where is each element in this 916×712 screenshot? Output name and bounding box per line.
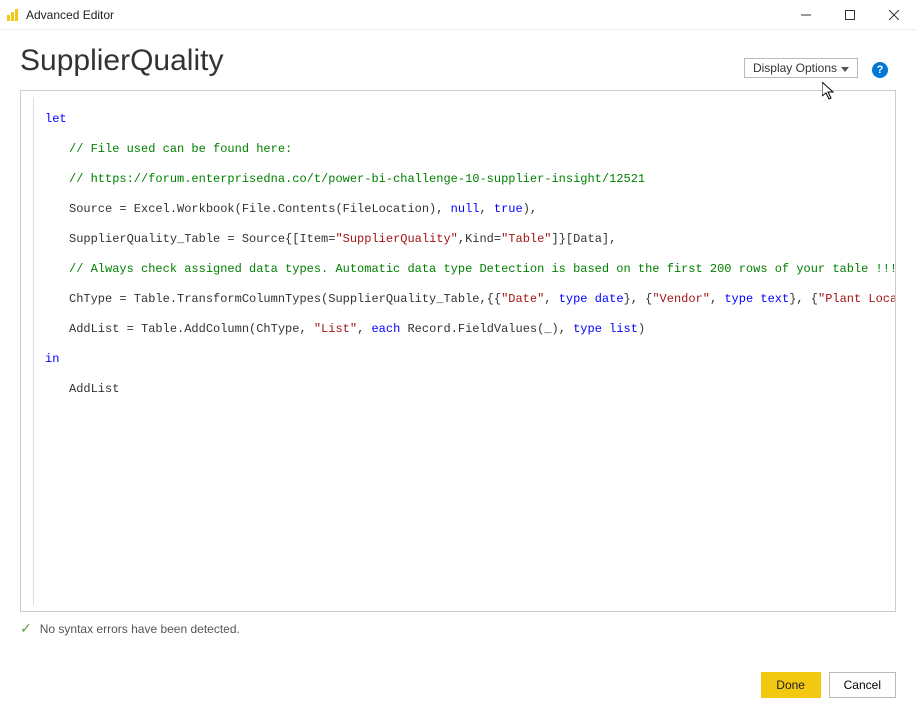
code-comment: // File used can be found here: — [69, 142, 292, 156]
code-text: }, { — [789, 292, 818, 306]
code-text: ChType = Table.TransformColumnTypes(Supp… — [69, 292, 501, 306]
help-icon[interactable]: ? — [872, 62, 888, 78]
chevron-down-icon — [841, 61, 849, 75]
keyword-let: let — [45, 112, 67, 126]
code-text: , — [357, 322, 371, 336]
code-text: , — [544, 292, 558, 306]
window-controls — [784, 0, 916, 30]
minimize-button[interactable] — [784, 0, 828, 30]
close-button[interactable] — [872, 0, 916, 30]
done-button[interactable]: Done — [761, 672, 821, 698]
keyword-each: each — [371, 322, 400, 336]
titlebar: Advanced Editor — [0, 0, 916, 30]
code-text: , — [710, 292, 724, 306]
code-comment: // https://forum.enterprisedna.co/t/powe… — [69, 172, 645, 186]
maximize-button[interactable] — [828, 0, 872, 30]
code-editor[interactable]: let // File used can be found here: // h… — [20, 90, 896, 612]
keyword-true: true — [494, 202, 523, 216]
status-message: No syntax errors have been detected. — [40, 622, 240, 636]
code-text: Record.FieldValues(_), — [400, 322, 573, 336]
code-string: "Vendor" — [652, 292, 710, 306]
type-ident: list — [602, 322, 638, 336]
display-options-label: Display Options — [753, 61, 837, 75]
keyword-null: null — [451, 202, 480, 216]
code-area[interactable]: let // File used can be found here: // h… — [21, 91, 895, 433]
code-text: , — [479, 202, 493, 216]
code-text: ]}[Data], — [552, 232, 617, 246]
header: SupplierQuality Display Options ? — [0, 30, 916, 84]
page-title: SupplierQuality — [20, 44, 744, 78]
check-icon: ✓ — [20, 620, 32, 637]
code-string: "Table" — [501, 232, 551, 246]
code-text: ), — [523, 202, 537, 216]
code-comment: // Always check assigned data types. Aut… — [69, 262, 895, 276]
code-text: AddList = Table.AddColumn(ChType, — [69, 322, 314, 336]
gutter-line — [33, 97, 34, 605]
keyword-in: in — [45, 352, 59, 366]
code-text: AddList — [69, 382, 119, 396]
code-string: "Date" — [501, 292, 544, 306]
code-text: Source = Excel.Workbook(File.Contents(Fi… — [69, 202, 451, 216]
code-string: "List" — [314, 322, 357, 336]
code-text: SupplierQuality_Table = Source{[Item= — [69, 232, 335, 246]
code-text: ) — [638, 322, 645, 336]
code-string: "SupplierQuality" — [335, 232, 457, 246]
status-bar: ✓ No syntax errors have been detected. — [0, 612, 916, 645]
code-text: ,Kind= — [458, 232, 501, 246]
type-ident: date — [588, 292, 624, 306]
keyword-type: type — [559, 292, 588, 306]
code-text: }, { — [624, 292, 653, 306]
code-string: "Plant Location" — [818, 292, 895, 306]
keyword-type: type — [573, 322, 602, 336]
type-ident: text — [753, 292, 789, 306]
display-options-dropdown[interactable]: Display Options — [744, 58, 858, 78]
footer: Done Cancel — [761, 672, 896, 698]
window-title: Advanced Editor — [26, 8, 114, 22]
cancel-button[interactable]: Cancel — [829, 672, 896, 698]
keyword-type: type — [724, 292, 753, 306]
app-icon — [6, 8, 20, 22]
